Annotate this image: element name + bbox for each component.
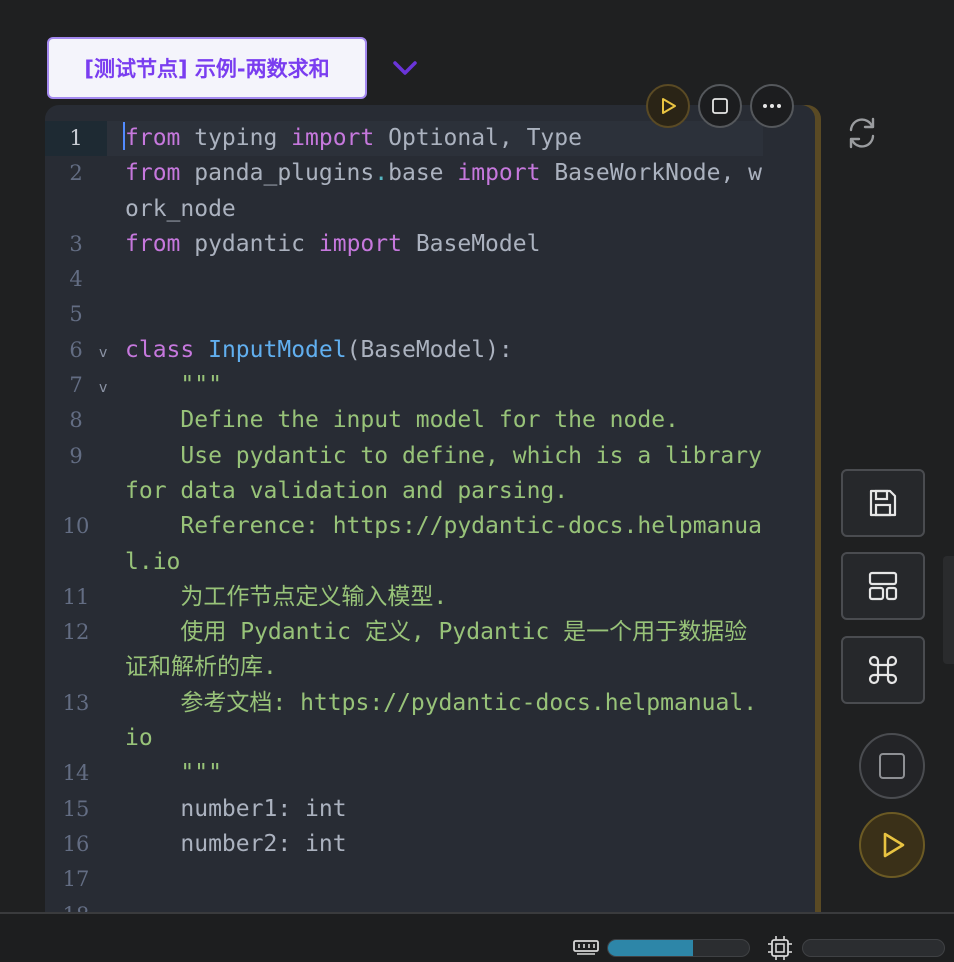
line-number: 7: [69, 373, 83, 398]
code-token: Define the input model for the node.: [125, 407, 679, 434]
code-line[interactable]: 3 from pydantic import BaseModel: [45, 227, 815, 262]
code-line[interactable]: 15 number1: int: [45, 792, 815, 827]
line-number: 8: [69, 408, 83, 433]
line-number: 17: [62, 867, 90, 892]
code-line[interactable]: 6v class InputModel(BaseModel):: [45, 333, 815, 368]
code-line[interactable]: 12 使用 Pydantic 定义, Pydantic 是一个用于数据验证和解析…: [45, 615, 815, 686]
stop-icon: [879, 753, 905, 779]
line-number: 2: [69, 161, 83, 186]
scrollbar[interactable]: [943, 556, 954, 664]
line-number: 14: [62, 761, 90, 786]
code-token: import: [318, 230, 402, 257]
code-line[interactable]: 9 Use pydantic to define, which is a lib…: [45, 439, 815, 510]
code-token: 使用 Pydantic 定义, Pydantic 是一个用于数据验证和解析的库.: [125, 619, 748, 681]
stop-code-button[interactable]: [698, 84, 742, 128]
memory-usage-fill: [608, 940, 693, 956]
fold-chevron-icon[interactable]: v: [99, 371, 107, 406]
code-token: Reference: https://pydantic-docs.helpman…: [125, 513, 762, 575]
code-token: from: [125, 125, 181, 151]
stop-icon: [712, 98, 728, 114]
more-icon: [763, 104, 781, 108]
line-number: 9: [69, 443, 83, 468]
save-button[interactable]: [841, 469, 925, 537]
node-title[interactable]: [测试节点] 示例-两数求和: [47, 37, 367, 99]
refresh-icon[interactable]: [844, 115, 880, 151]
code-line[interactable]: 2 from panda_plugins.base import BaseWor…: [45, 156, 815, 227]
code-token: import: [457, 160, 541, 187]
code-token: 参考文档: https://pydantic-docs.helpmanual.i…: [125, 689, 758, 752]
line-number: 3: [69, 231, 83, 256]
code-token: """: [125, 760, 222, 787]
code-token: from: [125, 160, 181, 187]
line-number: 6: [69, 337, 83, 362]
line-number: 15: [62, 796, 90, 821]
save-icon: [869, 489, 897, 517]
memory-usage-bar: [607, 939, 750, 957]
line-number: 5: [69, 302, 83, 327]
line-number: 11: [62, 584, 90, 609]
layout-icon: [868, 571, 898, 601]
code-line[interactable]: 1 from typing import Optional, Type: [45, 121, 815, 157]
line-number: 13: [62, 690, 90, 715]
code-token: InputModel: [208, 336, 347, 363]
code-line[interactable]: 10 Reference: https://pydantic-docs.help…: [45, 509, 815, 580]
code-token: class: [125, 336, 195, 363]
code-token: BaseModel: [401, 230, 541, 257]
fold-chevron-icon[interactable]: v: [99, 336, 107, 371]
stop-workflow-button[interactable]: [859, 733, 925, 799]
more-options-button[interactable]: [750, 84, 794, 128]
code-token: Use pydantic to define, which is a libra…: [125, 442, 776, 504]
code-token: import: [291, 125, 375, 151]
code-token: typing: [180, 125, 292, 151]
cpu-icon: [768, 936, 792, 960]
chevron-down-icon[interactable]: [390, 58, 420, 80]
command-button[interactable]: [841, 636, 925, 704]
code-token: """: [125, 372, 222, 399]
code-line[interactable]: 4: [45, 262, 815, 297]
code-line[interactable]: 11 为工作节点定义输入模型.: [45, 580, 815, 615]
code-line[interactable]: 7v """: [45, 368, 815, 403]
line-number: 4: [69, 267, 83, 292]
code-token: (BaseModel):: [346, 336, 513, 363]
code-line[interactable]: 16 number2: int: [45, 827, 815, 862]
code-line[interactable]: 13 参考文档: https://pydantic-docs.helpmanua…: [45, 686, 815, 757]
code-token: Optional, Type: [374, 125, 582, 151]
cpu-usage-bar: [802, 939, 945, 957]
code-token: panda_plugins: [180, 160, 375, 187]
code-line[interactable]: 14 """: [45, 756, 815, 791]
code-token: .: [374, 160, 389, 187]
code-token: from: [125, 230, 181, 257]
code-line[interactable]: 5: [45, 297, 815, 332]
run-workflow-button[interactable]: [859, 812, 925, 878]
code-line[interactable]: 8 Define the input model for the node.: [45, 403, 815, 438]
layout-button[interactable]: [841, 552, 925, 620]
memory-icon: [573, 940, 599, 955]
play-icon: [883, 832, 905, 858]
run-code-button[interactable]: [646, 84, 690, 128]
code-token: number2: int: [125, 830, 347, 857]
command-icon: [868, 655, 898, 685]
code-token: 为工作节点定义输入模型.: [125, 583, 448, 610]
status-bar: [0, 912, 954, 960]
code-line[interactable]: 17: [45, 862, 815, 897]
line-number: 12: [62, 620, 90, 645]
line-number: 1: [45, 121, 107, 157]
line-number: 10: [62, 514, 90, 539]
play-icon: [662, 98, 676, 114]
code-editor[interactable]: 1 from typing import Optional, Type 2 fr…: [45, 105, 815, 925]
code-token: pydantic: [180, 230, 319, 257]
code-token: base: [388, 160, 458, 187]
code-token: number1: int: [125, 795, 347, 822]
line-number: 16: [62, 831, 90, 856]
